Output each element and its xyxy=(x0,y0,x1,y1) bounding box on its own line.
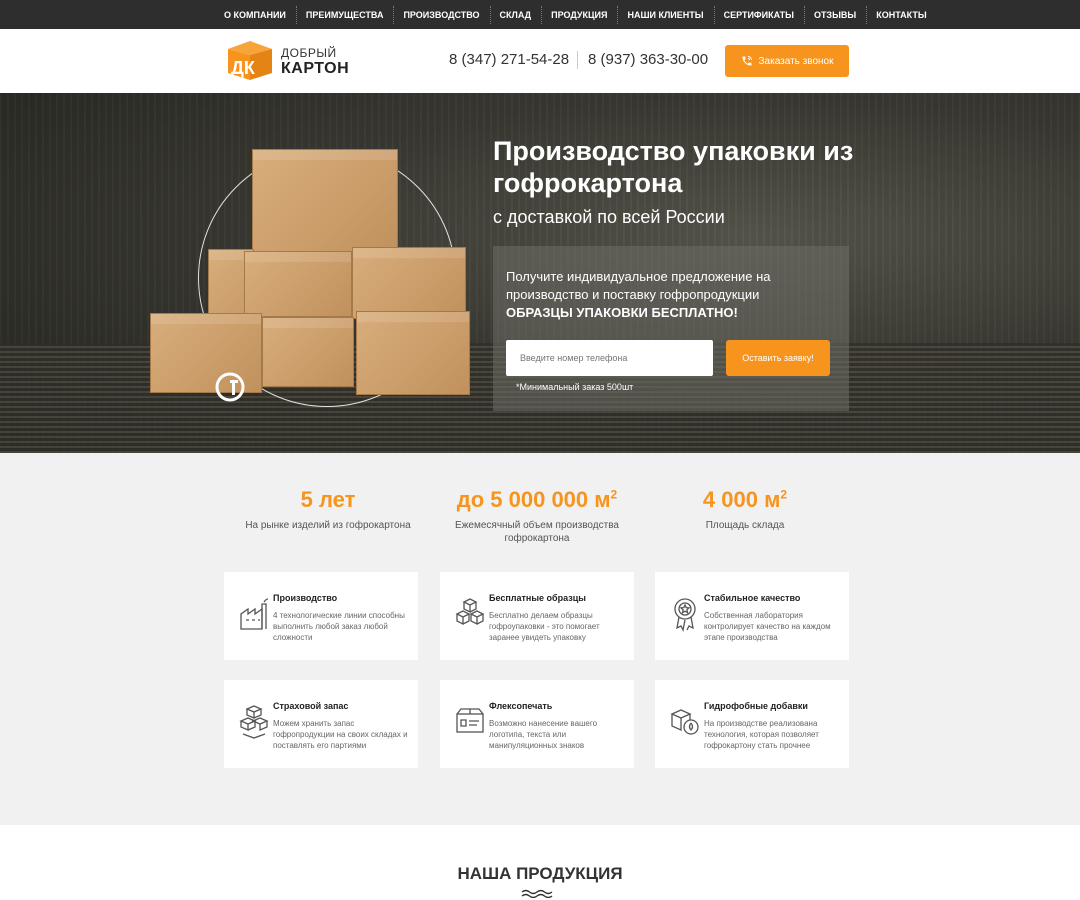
logo-line1: ДОБРЫЙ xyxy=(281,46,337,60)
top-navigation: О компании Преимущества Производство Скл… xyxy=(0,0,1080,29)
stat-description: Площадь склада xyxy=(705,520,785,531)
logo[interactable]: ДК ДОБРЫЙ КАРТОН xyxy=(224,39,354,81)
products-heading: НАША ПРОДУКЦИЯ xyxy=(457,864,623,883)
phone-number-1[interactable]: 8 (347) 271-54-28 xyxy=(449,51,569,68)
feature-text: 4 технологические линии способны выполни… xyxy=(273,611,405,642)
callback-label: Заказать звонок xyxy=(758,55,834,67)
feature-card-flexo: Флексопечать Возможно нанесение вашего л… xyxy=(440,680,634,768)
feature-card-production: Производство 4 технологические линии спо… xyxy=(224,572,418,660)
nav-item-warehouse[interactable]: Склад xyxy=(489,5,542,24)
phone-number-2[interactable]: 8 (937) 363-30-00 xyxy=(588,51,708,68)
feature-text: Собственная лаборатория контролирует кач… xyxy=(704,611,831,642)
stat-value: 5 лет xyxy=(300,487,356,512)
nav-item-contacts[interactable]: Контакты xyxy=(866,5,936,24)
phone-icon xyxy=(742,56,752,66)
nav-item-certificates[interactable]: Сертификаты xyxy=(713,5,804,24)
feature-text: Бесплатно делаем образцы гофроупаковки -… xyxy=(489,611,600,642)
free-samples-text: ОБРАЗЦЫ УПАКОВКИ БЕСПЛАТНО! xyxy=(506,305,738,320)
nav-item-products[interactable]: Продукция xyxy=(541,5,617,24)
hero-title: Производство упаковки из гофрокартона xyxy=(493,136,854,198)
wave-divider-icon xyxy=(521,889,553,898)
nav-item-advantages[interactable]: Преимущества xyxy=(295,5,394,24)
stat-value: до 5 000 000 м2 xyxy=(456,487,618,512)
hero-section: Производство упаковки из гофрокартона с … xyxy=(0,93,1080,453)
phone-divider xyxy=(577,51,578,69)
callback-button[interactable]: Заказать звонок xyxy=(725,45,849,77)
minimum-order-note: *Минимальный заказ 500шт xyxy=(516,382,634,392)
feature-text: Возможно нанесение вашего логотипа, текс… xyxy=(489,719,598,750)
site-header: ДК ДОБРЫЙ КАРТОН 8 (347) 271-54-28 8 (93… xyxy=(0,29,1080,93)
stat-value: 4 000 м2 xyxy=(702,487,788,512)
lead-form-text: Получите индивидуальное предложение на п… xyxy=(506,269,771,302)
logo-line2: КАРТОН xyxy=(281,60,350,77)
feature-card-quality: Стабильное качество Собственная лаборато… xyxy=(655,572,849,660)
stat-years: 5 лет На рынке изделий из гофрокартона xyxy=(228,487,428,532)
rst-certification-icon xyxy=(215,372,245,402)
feature-text: Можем хранить запас гофропродукции на св… xyxy=(273,719,408,750)
boxes-icon xyxy=(455,598,485,626)
feature-card-hydrophobic: Гидрофобные добавки На производстве реал… xyxy=(655,680,849,768)
feature-title: Флексопечать xyxy=(489,701,553,711)
feature-card-stock: Страховой запас Можем хранить запас гофр… xyxy=(224,680,418,768)
water-box-icon xyxy=(670,709,699,735)
lead-form-panel: Получите индивидуальное предложение на п… xyxy=(493,246,849,411)
stacked-boxes-icon xyxy=(239,705,269,739)
feature-title: Страховой запас xyxy=(273,701,349,711)
cardboard-boxes-image xyxy=(150,143,480,403)
printed-box-icon xyxy=(456,708,484,733)
nav-item-about[interactable]: О компании xyxy=(214,10,296,20)
stat-volume: до 5 000 000 м2 Ежемесячный объем произв… xyxy=(437,487,637,545)
feature-title: Бесплатные образцы xyxy=(489,593,586,603)
svg-text:ДК: ДК xyxy=(231,58,256,78)
feature-text: На производстве реализована технология, … xyxy=(704,719,819,750)
nav-item-clients[interactable]: Наши клиенты xyxy=(617,5,713,24)
feature-title: Производство xyxy=(273,593,338,603)
hero-subtitle: с доставкой по всей России xyxy=(493,207,725,227)
phone-input[interactable] xyxy=(506,340,713,376)
nav-item-reviews[interactable]: Отзывы xyxy=(803,5,866,24)
nav-item-production[interactable]: Производство xyxy=(393,5,489,24)
submit-request-button[interactable]: Оставить заявку! xyxy=(726,340,830,376)
quality-badge-icon xyxy=(674,598,696,632)
logo-mark-icon: ДК xyxy=(228,41,272,80)
factory-icon xyxy=(240,598,269,630)
feature-title: Стабильное качество xyxy=(704,593,801,603)
stat-description: Ежемесячный объем производства гофрокарт… xyxy=(455,520,619,544)
feature-card-samples: Бесплатные образцы Бесплатно делаем обра… xyxy=(440,572,634,660)
feature-title: Гидрофобные добавки xyxy=(704,701,808,711)
stat-description: На рынке изделий из гофрокартона xyxy=(245,520,411,531)
stat-warehouse: 4 000 м2 Площадь склада xyxy=(645,487,845,532)
advantages-section: 5 лет На рынке изделий из гофрокартона д… xyxy=(0,453,1080,825)
